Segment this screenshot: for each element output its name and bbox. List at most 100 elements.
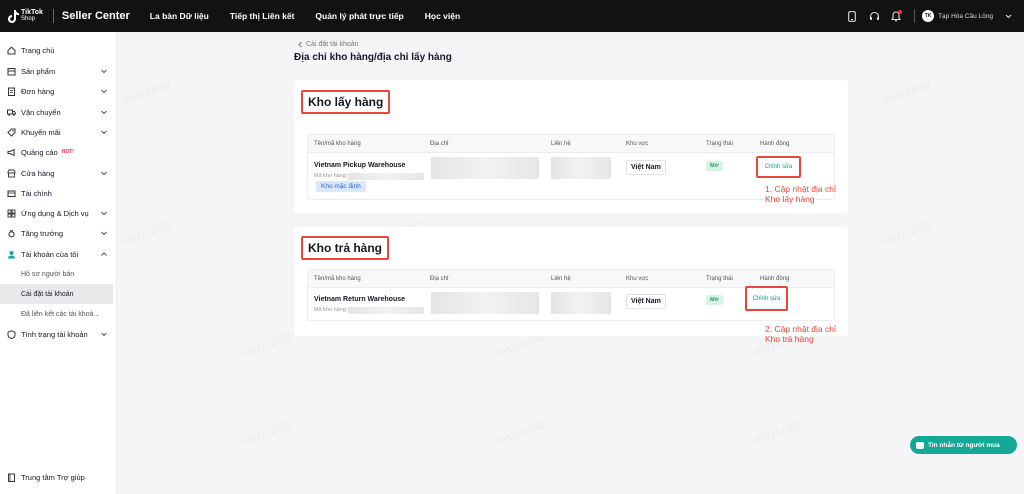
col-action: Hành động xyxy=(760,276,790,282)
sidebar-item-label: Tăng trưởng xyxy=(21,228,64,238)
sidebar-item-label: Tài chính xyxy=(21,188,52,198)
watermark: viet1112002 xyxy=(119,219,174,248)
phone-icon[interactable] xyxy=(846,10,858,22)
promo-icon xyxy=(7,128,16,137)
watermark: viet1112002 xyxy=(239,419,294,448)
sidebar-item-apps-services[interactable]: Ứng dụng & Dịch vụ xyxy=(0,203,117,223)
edit-button[interactable]: Chỉnh sửa xyxy=(745,286,788,311)
help-center-link[interactable]: Trung tâm Trợ giúp xyxy=(7,473,85,482)
watermark: viet1112002 xyxy=(749,419,804,448)
sidebar-item-growth[interactable]: Tăng trưởng xyxy=(0,223,117,243)
annotation-pickup: 1. Cập nhật địa chỉ Kho lấy hàng xyxy=(765,184,836,204)
redacted-code xyxy=(348,173,424,180)
chevron-down-icon xyxy=(101,110,107,115)
sidebar-subitem-linked-accounts[interactable]: Đã liên kết các tài khoả... xyxy=(0,304,113,324)
hot-badge: HOT! xyxy=(61,149,74,155)
edit-link-label: Chỉnh sửa xyxy=(764,164,793,170)
sidebar-item-label: Ứng dụng & Dịch vụ xyxy=(21,208,89,218)
shield-icon xyxy=(7,329,16,339)
headset-icon[interactable] xyxy=(868,10,880,22)
watermark: viet1112002 xyxy=(494,419,549,448)
nav-live-management[interactable]: Quản lý phát trực tiếp xyxy=(315,11,403,21)
sidebar-item-label: Tài khoản của tôi xyxy=(21,249,79,259)
chat-icon xyxy=(916,441,924,449)
box-icon xyxy=(7,67,16,76)
help-book-icon xyxy=(7,473,16,482)
sidebar-item-ads[interactable]: Quảng cáo HOT! xyxy=(0,142,117,162)
medal-icon xyxy=(7,229,16,238)
sidebar-item-label: Tình trạng tài khoản xyxy=(21,329,88,339)
sidebar-item-label: Quảng cáo xyxy=(21,147,58,157)
sidebar-item-label: Vận chuyển xyxy=(21,107,61,117)
chevron-down-icon xyxy=(101,69,107,74)
seller-center-title[interactable]: Seller Center xyxy=(62,10,130,22)
logo-line-1: TikTok xyxy=(21,9,43,16)
tiktok-icon xyxy=(8,9,19,23)
return-warehouse-card: Kho trả hàng Tên/mã kho hàng Địa chỉ Liê… xyxy=(294,227,848,344)
page-title: Địa chỉ kho hàng/địa chỉ lấy hàng xyxy=(294,52,452,63)
sidebar-subitem-seller-profile[interactable]: Hồ sơ người bán xyxy=(0,264,113,284)
edit-button[interactable]: Chỉnh sửa xyxy=(756,156,801,178)
redacted-address xyxy=(431,292,539,314)
warehouse-code-label: Mã kho hàng: xyxy=(314,307,348,313)
help-center-label: Trung tâm Trợ giúp xyxy=(21,473,85,482)
sidebar-item-shipping[interactable]: Vận chuyển xyxy=(0,102,117,122)
breadcrumb[interactable]: Cài đặt tài khoản xyxy=(297,41,359,48)
notification-dot xyxy=(898,10,903,14)
truck-icon xyxy=(7,108,16,117)
sidebar-item-finance[interactable]: Tài chính xyxy=(0,183,117,203)
buyer-messages-label: Tin nhắn từ người mua xyxy=(928,441,1000,449)
col-action: Hành động xyxy=(760,141,790,147)
sidebar-item-label: Cửa hàng xyxy=(21,168,55,178)
col-status: Trạng thái xyxy=(706,141,733,147)
redacted-contact xyxy=(551,292,611,314)
nav-affiliate[interactable]: Tiếp thị Liên kết xyxy=(230,11,295,21)
chevron-down-icon xyxy=(101,332,107,337)
logo-text: TikTok Shop xyxy=(21,9,43,23)
chevron-up-icon xyxy=(101,252,107,256)
sidebar-item-account-health[interactable]: Tình trạng tài khoản xyxy=(0,324,117,344)
user-name[interactable]: Tạp Hóa Cầu Lông xyxy=(938,13,993,20)
sidebar-item-home[interactable]: Trang chủ xyxy=(0,40,117,60)
nav-data-compass[interactable]: La bàn Dữ liệu xyxy=(150,11,209,21)
region-value: Việt Nam xyxy=(626,294,666,309)
sidebar-subitem-account-settings[interactable]: Cài đặt tài khoản xyxy=(0,284,113,304)
chevron-left-icon xyxy=(298,41,302,48)
sidebar-item-label: Trang chủ xyxy=(21,45,55,55)
col-warehouse-name: Tên/mã kho hàng xyxy=(314,276,361,282)
tiktok-shop-logo[interactable]: TikTok Shop xyxy=(8,9,43,23)
sidebar-item-products[interactable]: Sản phẩm xyxy=(0,61,117,81)
sidebar-item-promotions[interactable]: Khuyến mãi xyxy=(0,122,117,142)
redacted-contact xyxy=(551,157,611,179)
store-icon xyxy=(7,169,16,178)
sidebar-item-store[interactable]: Cửa hàng xyxy=(0,163,117,183)
top-nav-links: La bàn Dữ liệu Tiếp thị Liên kết Quản lý… xyxy=(150,11,460,21)
status-badge: Mở xyxy=(706,295,723,305)
col-status: Trạng thái xyxy=(706,276,733,282)
pickup-warehouse-card: Kho lấy hàng Tên/mã kho hàng Địa chỉ Liê… xyxy=(294,80,848,213)
top-navigation-bar: TikTok Shop Seller Center La bàn Dữ liệu… xyxy=(0,0,1024,32)
col-contact: Liên hệ xyxy=(551,141,571,147)
col-region: Khu vực xyxy=(626,141,649,147)
sidebar-item-orders[interactable]: Đơn hàng xyxy=(0,81,117,101)
status-badge: Mở xyxy=(706,161,723,171)
col-contact: Liên hệ xyxy=(551,276,571,282)
megaphone-icon xyxy=(7,148,16,157)
buyer-messages-button[interactable]: Tin nhắn từ người mua xyxy=(910,436,1017,454)
watermark: viet1112002 xyxy=(119,79,174,108)
annotation-return: 2. Cập nhật địa chỉ Kho trả hàng xyxy=(765,324,836,344)
avatar[interactable]: TK xyxy=(922,10,935,22)
user-icon xyxy=(7,250,16,259)
redacted-code xyxy=(348,307,424,314)
warehouse-name: Vietnam Pickup Warehouse xyxy=(314,162,406,169)
chevron-down-icon xyxy=(101,171,107,176)
sidebar-item-my-account[interactable]: Tài khoản của tôi xyxy=(0,244,117,264)
chevron-down-icon[interactable] xyxy=(1002,10,1014,22)
watermark: viet1112002 xyxy=(879,219,934,248)
sidebar-item-label: Sản phẩm xyxy=(21,66,56,76)
chevron-down-icon xyxy=(101,231,107,236)
sidebar: Trang chủ Sản phẩm Đơn hàng Vận chuyển K… xyxy=(0,32,117,494)
top-right-divider xyxy=(914,9,916,23)
nav-academy[interactable]: Học viện xyxy=(425,11,460,21)
bell-icon[interactable] xyxy=(890,10,903,22)
